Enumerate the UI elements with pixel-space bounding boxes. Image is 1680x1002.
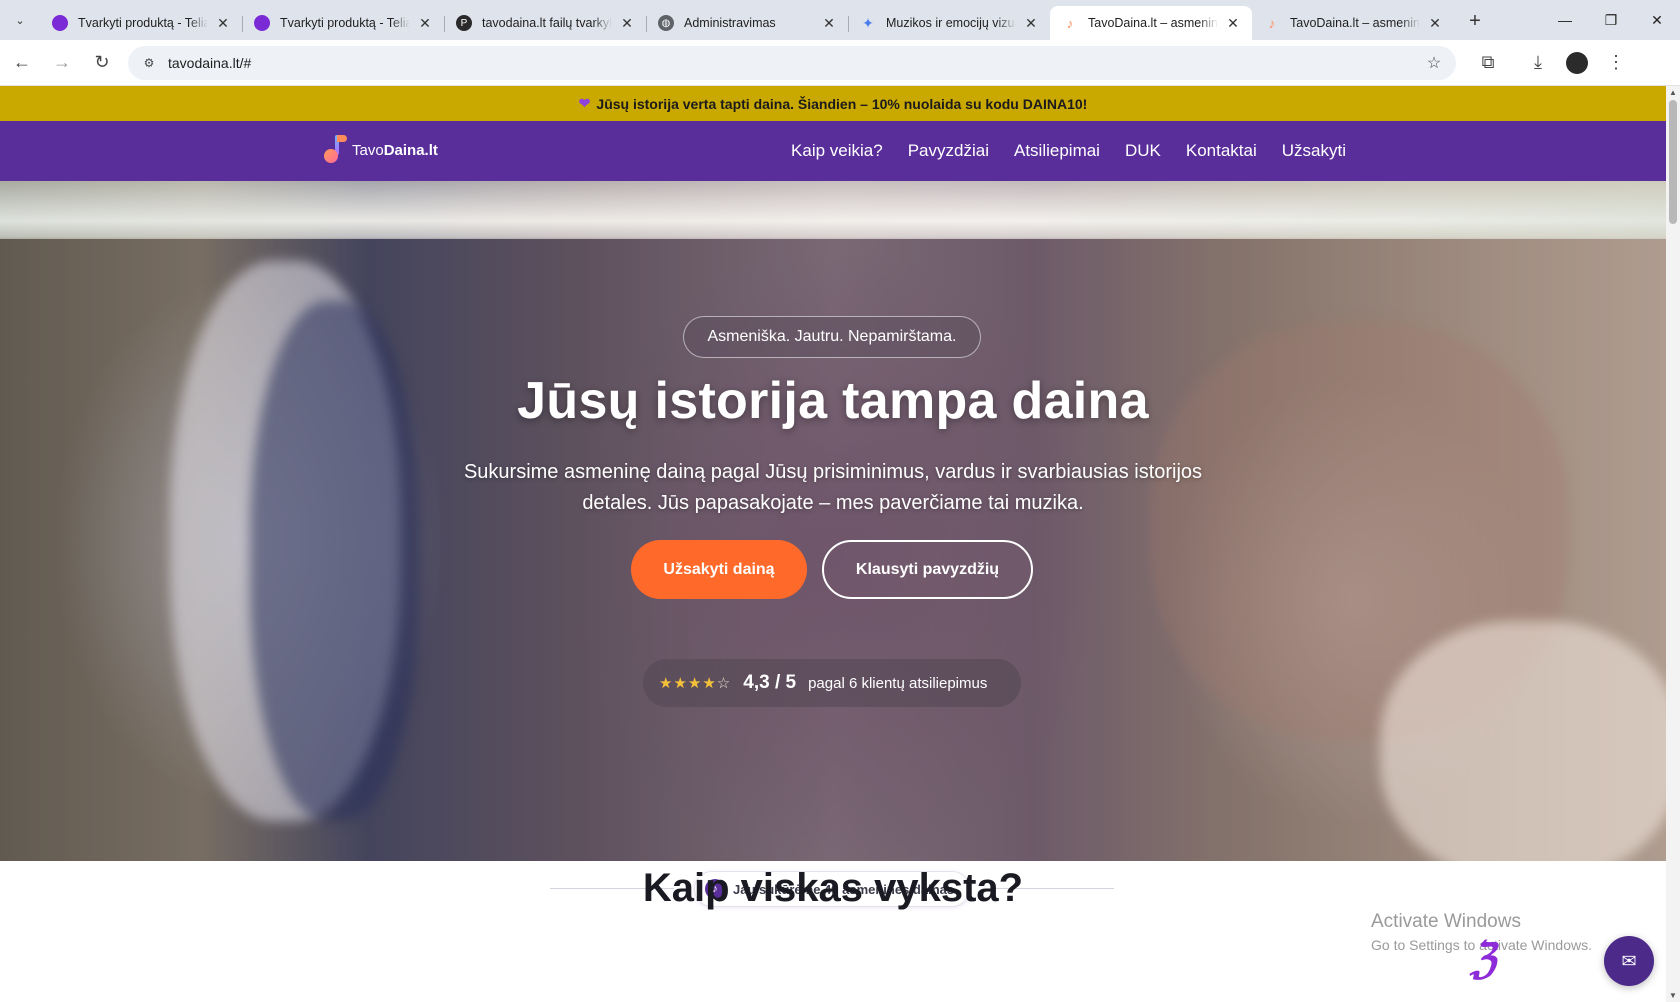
- hero-section: Asmeniška. Jautru. Nepamirštama. Jūsų is…: [0, 181, 1666, 861]
- tab-title: TavoDaina.lt – asmeninė: [1088, 16, 1218, 30]
- site-navbar: Tavo Daina.lt Kaip veikia? Pavyzdžiai Ats…: [0, 121, 1666, 181]
- browser-tab[interactable]: Tvarkyti produktą - Telia ✕: [242, 6, 444, 40]
- nav-link-how-it-works[interactable]: Kaip veikia?: [791, 141, 883, 161]
- how-it-works-title: Kaip viskas vyksta?: [642, 866, 1024, 910]
- hero-title: Jūsų istorija tampa daina: [517, 372, 1149, 430]
- browser-toolbar: ← → ↻ ⚙ tavodaina.lt/# ☆ ⧉ ⤓ ⋮: [0, 40, 1680, 86]
- rating-stars: ★★★★☆: [659, 674, 731, 692]
- forward-arrow-icon[interactable]: →: [44, 45, 80, 81]
- main-menu: Kaip veikia? Pavyzdžiai Atsiliepimai DUK…: [791, 121, 1346, 181]
- browser-tab[interactable]: P tavodaina.lt failų tvarkykl ✕: [444, 6, 646, 40]
- extensions-puzzle-icon[interactable]: ⧉: [1470, 45, 1506, 81]
- web-page: ❤ Jūsų istorija verta tapti daina. Šiand…: [0, 86, 1666, 1002]
- browser-tab[interactable]: ◍ Administravimas ✕: [646, 6, 848, 40]
- nav-link-examples[interactable]: Pavyzdžiai: [908, 141, 989, 161]
- chat-icon: ✉: [1621, 950, 1637, 971]
- page-scrollbar[interactable]: ▲ ▼: [1666, 86, 1680, 1002]
- star-filled-icon: ★★★★: [659, 675, 717, 692]
- close-icon[interactable]: ✕: [820, 15, 838, 32]
- site-logo[interactable]: Tavo Daina.lt: [318, 135, 438, 165]
- promo-text: Jūsų istorija verta tapti daina. Šiandie…: [596, 95, 1088, 112]
- nav-link-order[interactable]: Užsakyti: [1282, 141, 1346, 161]
- close-icon[interactable]: ✕: [416, 15, 434, 32]
- tab-title: Tvarkyti produktą - Telia: [280, 16, 410, 30]
- site-settings-icon[interactable]: ⚙: [138, 52, 160, 74]
- minimize-icon[interactable]: —: [1542, 0, 1588, 40]
- music-note-logo-icon: [318, 135, 348, 165]
- browser-tab[interactable]: ✦ Muzikos ir emocijų vizual ✕: [848, 6, 1050, 40]
- restore-icon[interactable]: ❐: [1588, 0, 1634, 40]
- scroll-down-icon[interactable]: ▼: [1669, 991, 1677, 1000]
- gemini-sparkle-icon: ✦: [862, 14, 874, 31]
- rating-badge: ★★★★☆ 4,3 / 5 pagal 6 klientų atsiliepim…: [643, 659, 1021, 707]
- watermark-line1: Activate Windows: [1371, 911, 1521, 932]
- hero-subtitle: Sukursime asmeninę dainą pagal Jūsų pris…: [463, 461, 1203, 514]
- browser-tab-strip: ⌄ Tvarkyti produktą - Telia ✕ Tvarkyti p…: [0, 0, 1680, 40]
- close-window-icon[interactable]: ✕: [1634, 0, 1680, 40]
- tavodaina-icon: ♪: [1268, 15, 1276, 31]
- rating-score: 4,3 / 5: [743, 672, 797, 693]
- order-song-button[interactable]: Užsakyti dainą: [631, 540, 807, 599]
- nav-link-contacts[interactable]: Kontaktai: [1186, 141, 1257, 161]
- scroll-up-icon[interactable]: ▲: [1669, 88, 1677, 97]
- new-tab-button[interactable]: +: [1460, 6, 1490, 36]
- nav-link-reviews[interactable]: Atsiliepimai: [1014, 141, 1100, 161]
- bookmark-star-icon[interactable]: ☆: [1422, 53, 1446, 73]
- logo-text-light: Tavo: [352, 141, 384, 159]
- purple-heart-icon: ❤: [578, 95, 591, 111]
- reload-icon[interactable]: ↻: [84, 45, 120, 81]
- browser-tab[interactable]: ♪ TavoDaina.lt – asmeninė ✕: [1252, 6, 1454, 40]
- close-icon[interactable]: ✕: [1426, 15, 1444, 32]
- hero-top-fade: [0, 181, 1666, 239]
- back-arrow-icon[interactable]: ←: [4, 45, 40, 81]
- chevron-down-icon: ⌄: [15, 14, 25, 27]
- scrollbar-thumb[interactable]: [1669, 100, 1677, 224]
- tab-title: TavoDaina.lt – asmeninė: [1290, 16, 1420, 30]
- tab-title: Administravimas: [684, 16, 776, 30]
- browser-tab[interactable]: Tvarkyti produktą - Telia ✕: [40, 6, 242, 40]
- window-controls: — ❐ ✕: [1542, 0, 1680, 40]
- chat-widget-button[interactable]: ✉: [1604, 936, 1654, 986]
- purple-sphere-icon: [254, 15, 270, 31]
- profile-avatar[interactable]: [1566, 51, 1588, 74]
- close-icon[interactable]: ✕: [618, 15, 636, 32]
- browser-tab-active[interactable]: ♪ TavoDaina.lt – asmeninė ✕: [1050, 6, 1252, 40]
- address-bar[interactable]: ⚙ tavodaina.lt/# ☆: [128, 45, 1456, 80]
- floating-brand-logo-icon[interactable]: ℨ: [1470, 934, 1496, 983]
- url-text[interactable]: tavodaina.lt/#: [168, 55, 1422, 71]
- kebab-menu-icon[interactable]: ⋮: [1598, 45, 1634, 81]
- tavodaina-icon: ♪: [1066, 15, 1074, 31]
- tab-title: Tvarkyti produktą - Telia: [78, 16, 208, 30]
- purple-sphere-icon: [52, 15, 68, 31]
- nav-link-faq[interactable]: DUK: [1125, 141, 1161, 161]
- listen-examples-button[interactable]: Klausyti pavyzdžių: [822, 540, 1033, 599]
- p-logo-icon: P: [456, 15, 472, 31]
- globe-icon: ◍: [658, 15, 674, 31]
- tab-title: tavodaina.lt failų tvarkykl: [482, 16, 612, 30]
- download-icon[interactable]: ⤓: [1520, 45, 1556, 81]
- close-icon[interactable]: ✕: [1022, 15, 1040, 32]
- close-icon[interactable]: ✕: [1224, 15, 1242, 32]
- close-icon[interactable]: ✕: [214, 15, 232, 32]
- star-empty-icon: ☆: [716, 675, 732, 692]
- rating-count: pagal 6 klientų atsiliepimus: [808, 674, 988, 692]
- hero-tagline-badge: Asmeniška. Jautru. Nepamirštama.: [683, 316, 981, 358]
- hero-photo-table: [1380, 621, 1666, 861]
- logo-text-bold: Daina.lt: [383, 141, 438, 159]
- tab-title: Muzikos ir emocijų vizual: [886, 16, 1016, 30]
- promo-bar: ❤ Jūsų istorija verta tapti daina. Šiand…: [0, 86, 1666, 121]
- tab-search-button[interactable]: ⌄: [6, 6, 34, 34]
